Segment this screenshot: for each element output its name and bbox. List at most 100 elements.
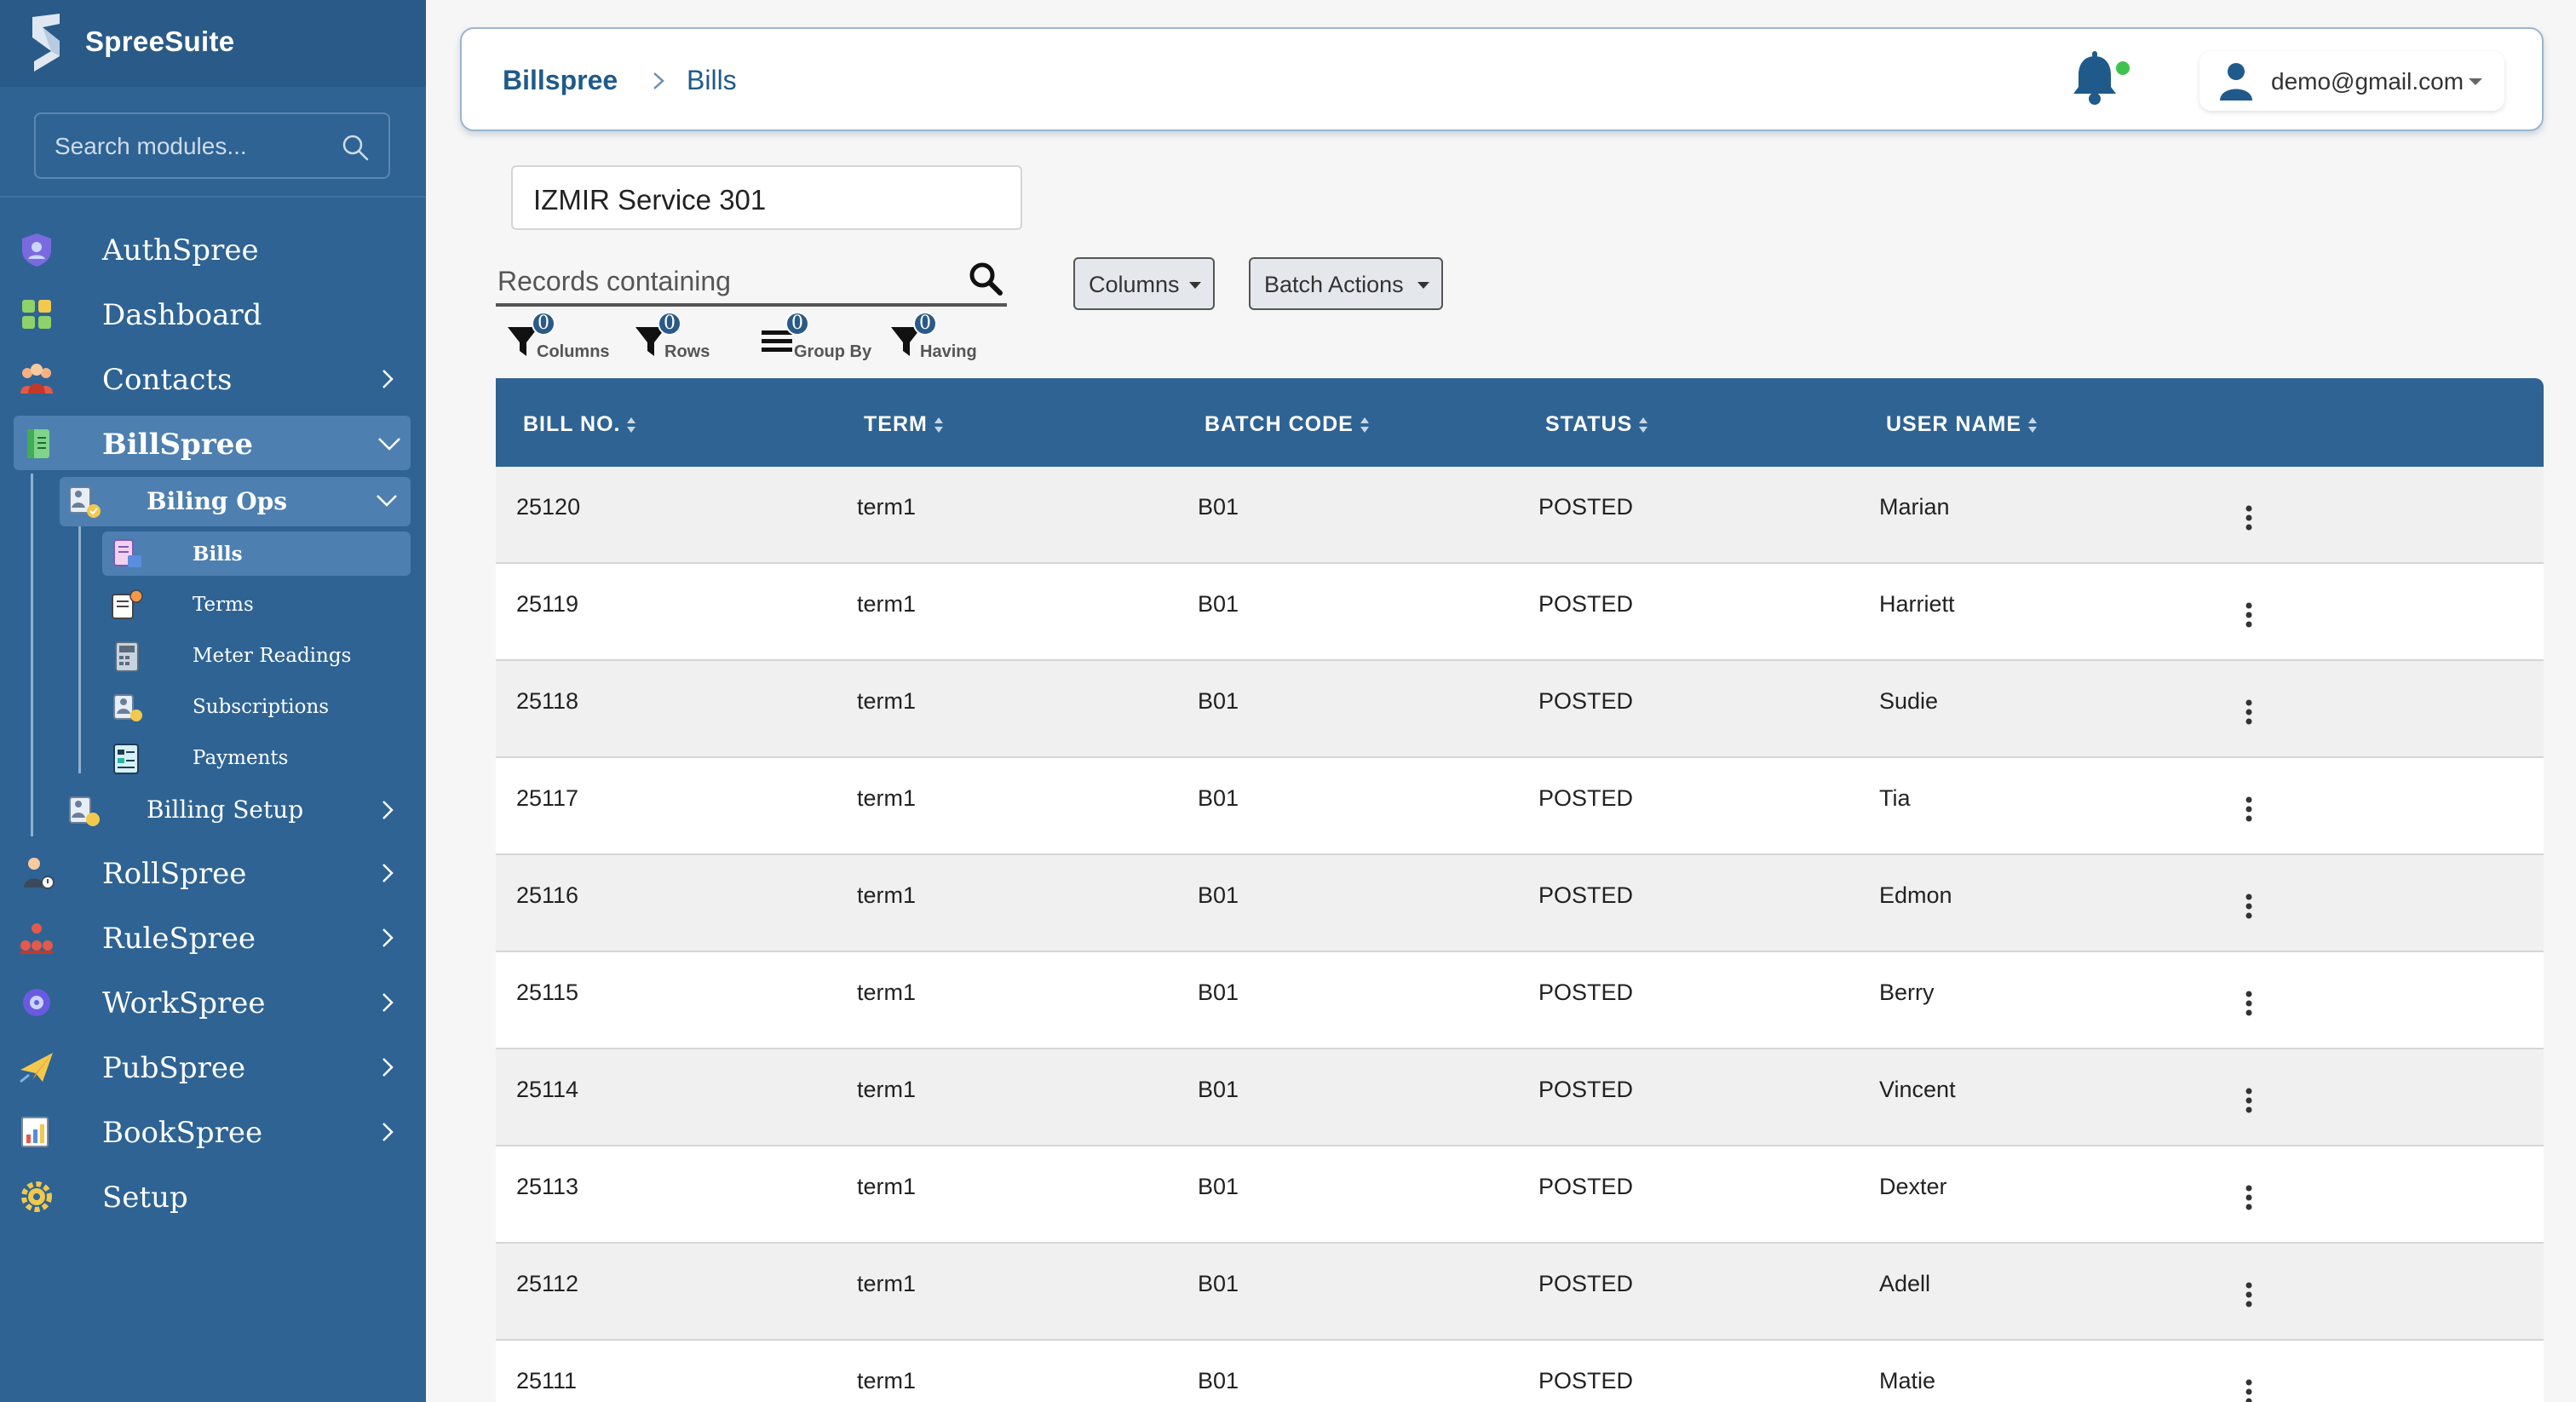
nav-billing-ops[interactable]: Biling Ops xyxy=(60,477,411,526)
nav-rollspree[interactable]: RollSpree xyxy=(0,845,426,899)
records-search-input[interactable] xyxy=(497,264,940,298)
kebab-icon[interactable] xyxy=(2244,1281,2254,1308)
kebab-icon[interactable] xyxy=(2244,601,2254,629)
table-cell: B01 xyxy=(1198,1271,1239,1296)
having-tool[interactable]: 0 Having xyxy=(889,312,992,365)
nav-label: RollSpree xyxy=(102,857,247,891)
nav-label: BillSpree xyxy=(102,428,253,462)
table-row[interactable]: 25120 term1 B01 POSTED Marian xyxy=(496,467,2544,564)
kebab-icon[interactable] xyxy=(2244,698,2254,726)
column-header-bill-no[interactable]: BILL NO. xyxy=(523,412,636,437)
table-cell: POSTED xyxy=(1538,882,1634,908)
nav-contacts[interactable]: Contacts xyxy=(0,351,426,405)
table-cell: 25119 xyxy=(516,591,579,617)
table-row[interactable]: 25115 term1 B01 POSTED Berry xyxy=(496,952,2544,1049)
search-icon[interactable] xyxy=(341,133,370,162)
table-row[interactable]: 25111 term1 B01 POSTED Matie xyxy=(496,1341,2544,1402)
columns-dropdown-label: Columns xyxy=(1089,272,1180,297)
table-cell: POSTED xyxy=(1538,1368,1634,1393)
nav-setup[interactable]: Setup xyxy=(0,1169,426,1223)
table-cell: Harriett xyxy=(1879,591,1955,617)
dashboard-icon xyxy=(22,300,51,329)
chevron-right-icon xyxy=(382,864,394,882)
table-cell: Sudie xyxy=(1879,688,1939,714)
tree-line xyxy=(31,474,33,836)
table-cell: Edmon xyxy=(1879,882,1952,908)
payroll-user-icon xyxy=(24,858,55,889)
table-cell: term1 xyxy=(857,785,917,811)
table-cell: Matie xyxy=(1879,1368,1936,1393)
app-name: SpreeSuite xyxy=(85,26,235,57)
table-cell: B01 xyxy=(1198,688,1239,714)
kebab-icon[interactable] xyxy=(2244,893,2254,920)
filter-rows-tool[interactable]: 0 Rows xyxy=(634,312,719,365)
batch-actions-dropdown[interactable]: Batch Actions xyxy=(1249,257,1443,310)
group-by-tool[interactable]: 0 Group By xyxy=(760,312,879,365)
sub-item-terms[interactable]: Terms xyxy=(102,583,411,627)
table-cell: B01 xyxy=(1198,882,1239,908)
sub-item-bills[interactable]: Bills xyxy=(102,531,411,576)
sub-item-label: Subscriptions xyxy=(193,696,330,718)
filter-columns-tool[interactable]: 0 Columns xyxy=(506,312,617,365)
table-cell: Marian xyxy=(1879,494,1950,520)
table-cell: term1 xyxy=(857,980,917,1005)
chevron-right-icon xyxy=(382,928,394,947)
caret-down-icon xyxy=(1189,282,1201,289)
table-cell: POSTED xyxy=(1538,785,1634,811)
table-cell: Adell xyxy=(1879,1271,1931,1296)
kebab-icon[interactable] xyxy=(2244,1184,2254,1211)
nav-pubspree[interactable]: PubSpree xyxy=(0,1039,426,1094)
chevron-right-icon xyxy=(382,370,394,388)
brand-header[interactable]: SpreeSuite xyxy=(0,0,426,87)
table-cell: 25118 xyxy=(516,688,579,714)
table-cell: 25115 xyxy=(516,980,579,1005)
nav-dashboard[interactable]: Dashboard xyxy=(0,286,426,341)
kebab-icon[interactable] xyxy=(2244,990,2254,1017)
chevron-right-icon xyxy=(382,801,394,819)
table-row[interactable]: 25119 term1 B01 POSTED Harriett xyxy=(496,564,2544,661)
kebab-icon[interactable] xyxy=(2244,1087,2254,1114)
filter-tool-label: Group By xyxy=(794,342,872,361)
nav-rulespree[interactable]: RuleSpree xyxy=(0,910,426,964)
table-row[interactable]: 25118 term1 B01 POSTED Sudie xyxy=(496,661,2544,758)
bill-document-icon xyxy=(27,429,49,458)
search-icon[interactable] xyxy=(968,261,1003,296)
nav-authspree[interactable]: AuthSpree xyxy=(0,221,426,276)
billing-ops-icon xyxy=(69,486,101,518)
module-search-input[interactable] xyxy=(55,129,336,164)
sub-item-subscriptions[interactable]: Subscriptions xyxy=(102,685,411,729)
breadcrumb-root[interactable]: Billspree xyxy=(503,65,618,96)
table-cell: POSTED xyxy=(1538,494,1634,520)
kebab-icon[interactable] xyxy=(2244,504,2254,531)
nav-workspree[interactable]: WorkSpree xyxy=(0,974,426,1029)
table-row[interactable]: 25117 term1 B01 POSTED Tia xyxy=(496,758,2544,855)
column-header-status[interactable]: STATUS xyxy=(1545,412,1648,437)
table-cell: POSTED xyxy=(1538,1077,1634,1102)
table-row[interactable]: 25116 term1 B01 POSTED Edmon xyxy=(496,855,2544,952)
table-cell: Berry xyxy=(1879,980,1935,1005)
table-row[interactable]: 25112 term1 B01 POSTED Adell xyxy=(496,1244,2544,1341)
tree-line xyxy=(78,526,81,773)
table-cell: Dexter xyxy=(1879,1174,1947,1199)
column-header-batch-code[interactable]: BATCH CODE xyxy=(1205,412,1369,437)
sort-icon xyxy=(1639,416,1648,434)
sub-item-payments[interactable]: Payments xyxy=(102,736,411,780)
kebab-icon[interactable] xyxy=(2244,796,2254,823)
table-cell: 25114 xyxy=(516,1077,579,1102)
table-row[interactable]: 25113 term1 B01 POSTED Dexter xyxy=(496,1146,2544,1244)
table-row[interactable]: 25114 term1 B01 POSTED Vincent xyxy=(496,1049,2544,1146)
table-cell: B01 xyxy=(1198,785,1239,811)
sub-item-label: Meter Readings xyxy=(193,645,352,667)
sub-item-label: Bills xyxy=(193,543,243,566)
column-header-term[interactable]: TERM xyxy=(864,412,943,437)
columns-dropdown[interactable]: Columns xyxy=(1073,257,1215,310)
kebab-icon[interactable] xyxy=(2244,1378,2254,1402)
column-header-user-name[interactable]: USER NAME xyxy=(1886,412,2038,437)
organization-field[interactable]: IZMIR Service 301 xyxy=(511,165,1022,230)
user-menu[interactable]: demo@gmail.com xyxy=(2199,51,2504,111)
bell-icon[interactable] xyxy=(2068,51,2121,107)
sub-item-meter-readings[interactable]: Meter Readings xyxy=(102,634,411,678)
nav-billing-setup[interactable]: Billing Setup xyxy=(60,785,411,835)
nav-bookspree[interactable]: BookSpree xyxy=(0,1104,426,1158)
nav-billspree[interactable]: BillSpree xyxy=(14,416,411,470)
